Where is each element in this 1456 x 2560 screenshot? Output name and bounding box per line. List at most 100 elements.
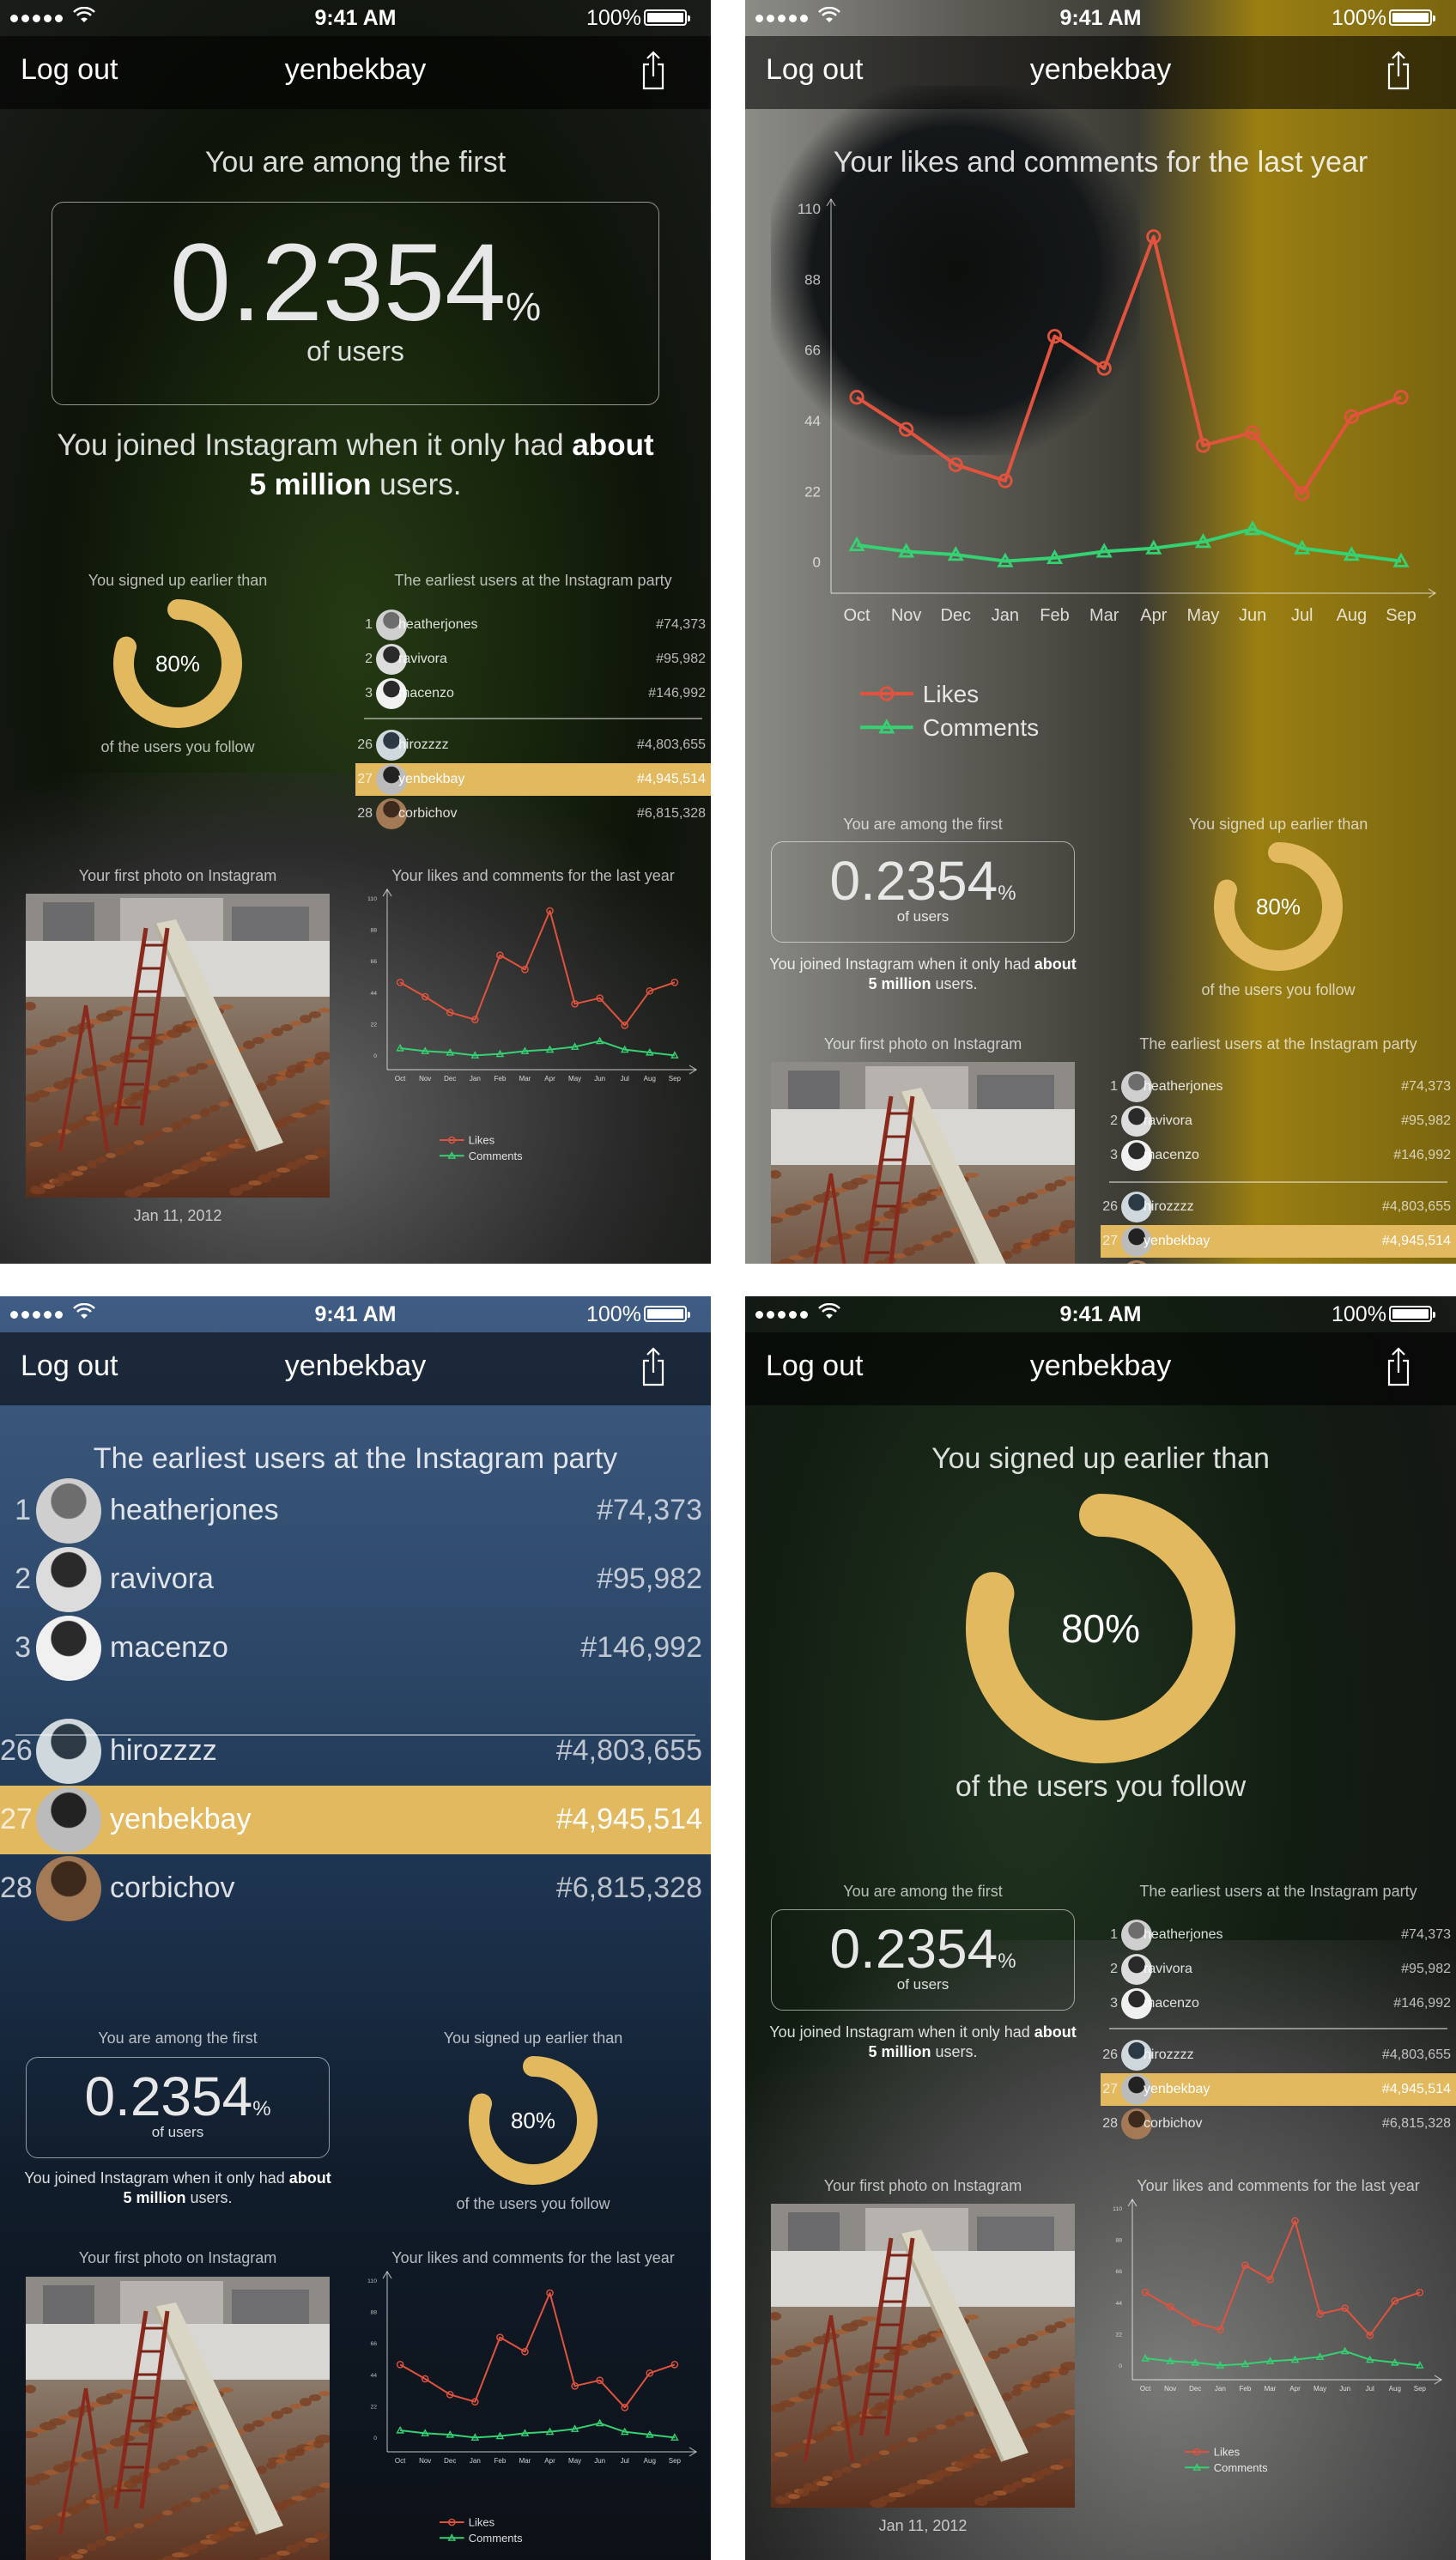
rank-row[interactable]: 28corbichov#6,815,328: [1101, 2108, 1456, 2140]
user-name: corbichov: [398, 805, 458, 821]
rank-number: 3: [15, 1631, 31, 1665]
rank-row[interactable]: 28corbichov#6,815,328: [355, 798, 711, 830]
rank-row[interactable]: 2 ravivora #95,982: [355, 643, 711, 676]
list-divider: [364, 718, 702, 719]
user-name: macenzo: [110, 1631, 228, 1665]
rank-row[interactable]: 1 heatherjones #74,373: [0, 1477, 711, 1545]
x-tick-label: Sep: [1414, 2385, 1427, 2393]
rank-row[interactable]: 28corbichov#6,815,328: [1101, 1259, 1456, 1264]
y-tick-label: 44: [1115, 2301, 1122, 2307]
data-point-comments: [1141, 2353, 1150, 2362]
rank-row[interactable]: 3 macenzo #146,992: [1101, 1987, 1456, 2020]
x-tick-label: Feb: [1240, 2385, 1252, 2393]
data-point-comments: [396, 2425, 404, 2434]
user-rank: #4,945,514: [1381, 2081, 1451, 2096]
y-tick-label: 66: [370, 959, 377, 965]
rank-number: 26: [357, 737, 373, 752]
x-tick-label: Jul: [1366, 2385, 1374, 2393]
y-tick-label: 0: [373, 1053, 377, 1059]
x-tick-label: Dec: [1189, 2385, 1201, 2393]
user-rank: #146,992: [648, 685, 706, 701]
y-tick-label: 44: [370, 2373, 377, 2379]
series-line-comments: [400, 1040, 675, 1057]
rank-row[interactable]: 28corbichov#6,815,328: [0, 1854, 711, 1923]
rank-number: 28: [0, 1871, 33, 1905]
x-tick-label: Jun: [594, 2457, 605, 2465]
screen-chart: 9:41 AM 100% Log out yenbekbay Your likes …: [745, 0, 1456, 1264]
rank-number: 26: [0, 1734, 33, 1768]
y-tick-label: 110: [367, 896, 377, 902]
user-rank: #4,803,655: [1381, 1198, 1451, 1214]
rank-row-self[interactable]: 27 yenbekbay #4,945,514: [355, 763, 711, 796]
rank-number: 28: [357, 806, 373, 821]
rank-row-self[interactable]: 27 yenbekbay #4,945,514: [1101, 1225, 1456, 1258]
rank-row[interactable]: 1 heatherjones #74,373: [1101, 1919, 1456, 1951]
user-rank: #6,815,328: [1381, 2115, 1451, 2131]
y-tick-label: 88: [1115, 2237, 1122, 2243]
user-name: ravivora: [110, 1562, 214, 1596]
rank-row[interactable]: 3 macenzo #146,992: [0, 1614, 711, 1683]
x-tick-label: Aug: [644, 2457, 656, 2465]
screen-overview: 9:41 AM 100% Log out yenbekbay You are amo…: [0, 0, 711, 1264]
user-avatar: [1121, 1260, 1152, 1264]
user-name: macenzo: [1144, 1995, 1199, 2011]
y-tick-label: 22: [370, 1022, 377, 1028]
legend-label: Comments: [469, 2532, 523, 2545]
rank-number: 27: [357, 772, 373, 786]
y-tick-label: 22: [370, 2404, 377, 2410]
user-avatar: [36, 1616, 101, 1681]
rank-row[interactable]: 3 macenzo #146,992: [1101, 1139, 1456, 1172]
rank-row[interactable]: 2 ravivora #95,982: [1101, 1953, 1456, 1986]
rank-row[interactable]: 26 hirozzzz #4,803,655: [0, 1717, 711, 1786]
rank-row[interactable]: 2 ravivora #95,982: [1101, 1105, 1456, 1137]
user-name: yenbekbay: [398, 771, 465, 786]
x-tick-label: Jun: [594, 1075, 605, 1083]
user-rank: #146,992: [1393, 1147, 1451, 1162]
rank-number: 28: [1102, 2116, 1118, 2131]
user-avatar: [36, 1787, 101, 1853]
rank-row[interactable]: 26 hirozzzz #4,803,655: [355, 729, 711, 761]
screen-party: 9:41 AM 100% Log out yenbekbay The earlies…: [0, 1296, 711, 2560]
x-tick-label: Aug: [644, 1075, 656, 1083]
x-tick-label: Nov: [1164, 2385, 1176, 2393]
rank-row-self[interactable]: 27 yenbekbay #4,945,514: [1101, 2073, 1456, 2106]
y-tick-label: 66: [1115, 2269, 1122, 2275]
y-tick-label: 66: [370, 2341, 377, 2347]
user-name: ravivora: [1144, 1113, 1192, 1128]
user-name: corbichov: [110, 1871, 235, 1905]
rank-row[interactable]: 2 ravivora #95,982: [0, 1545, 711, 1614]
user-name: hirozzzz: [398, 737, 449, 752]
first-photo: [771, 1062, 1075, 1264]
x-tick-label: Oct: [1140, 2385, 1151, 2393]
photo-heading: Your first photo on Instagram: [823, 1035, 1022, 1053]
rank-row[interactable]: 26 hirozzzz #4,803,655: [1101, 2039, 1456, 2072]
photo-date: Jan 11, 2012: [133, 1207, 222, 1224]
legend-label: Likes: [469, 2516, 495, 2529]
x-tick-label: Mar: [1265, 2385, 1277, 2393]
user-name: heatherjones: [110, 1494, 279, 1527]
rank-number: 2: [15, 1562, 31, 1596]
rank-number: 26: [1102, 1199, 1118, 1214]
user-name: heatherjones: [398, 616, 478, 632]
x-tick-label: Nov: [419, 1075, 431, 1083]
x-tick-label: Oct: [395, 1075, 406, 1083]
signup-footer: of the users you follow: [1201, 981, 1356, 998]
x-tick-label: Apr: [1289, 2385, 1301, 2393]
x-tick-label: Apr: [544, 2457, 555, 2465]
rank-row[interactable]: 3 macenzo #146,992: [355, 677, 711, 710]
rank-row[interactable]: 1 heatherjones #74,373: [355, 609, 711, 641]
x-tick-label: Aug: [1389, 2385, 1401, 2393]
user-rank: #146,992: [1393, 1995, 1451, 2011]
series-line-likes: [399, 2292, 676, 2409]
rank-row-self[interactable]: 27 yenbekbay #4,945,514: [0, 1786, 711, 1854]
x-tick-label: Jul: [621, 2457, 629, 2465]
legend-label: Likes: [1214, 2446, 1241, 2459]
rank-number: 1: [1110, 1927, 1118, 1942]
x-tick-label: Feb: [494, 1075, 507, 1083]
rank-row[interactable]: 26 hirozzzz #4,803,655: [1101, 1191, 1456, 1223]
user-rank: #74,373: [656, 616, 706, 632]
x-tick-label: Oct: [395, 2457, 406, 2465]
rank-number: 27: [1102, 2082, 1118, 2096]
x-tick-label: Sep: [669, 1075, 682, 1083]
rank-row[interactable]: 1 heatherjones #74,373: [1101, 1071, 1456, 1103]
